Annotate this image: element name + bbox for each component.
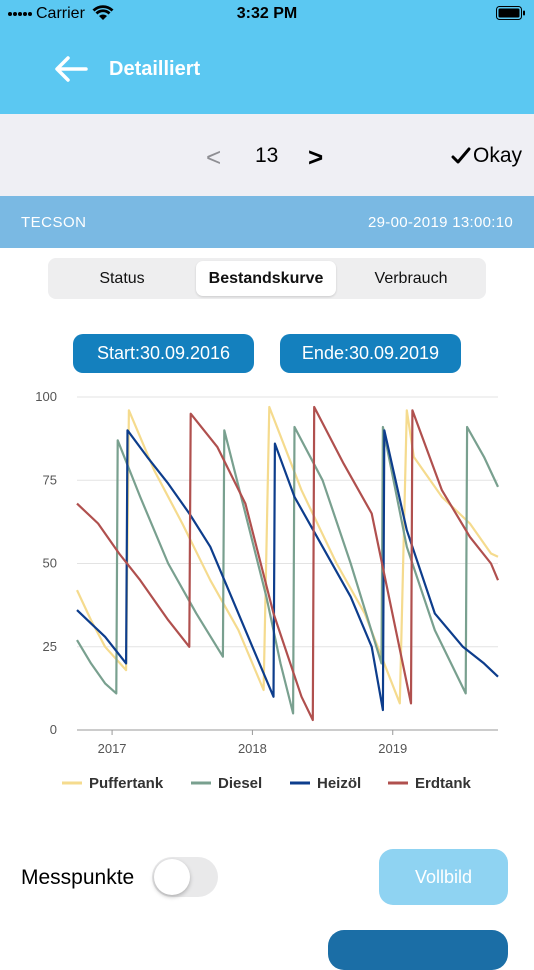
back-arrow-icon[interactable] <box>54 56 88 82</box>
end-date-button[interactable]: Ende:30.09.2019 <box>280 334 461 373</box>
messpunkte-label: Messpunkte <box>21 866 135 889</box>
messpunkte-toggle[interactable] <box>152 857 218 897</box>
pager-next-button[interactable]: > <box>308 142 323 173</box>
x-tick-label: 2019 <box>378 741 407 756</box>
pager-prev-button[interactable]: < <box>206 142 221 173</box>
bottom-action-button[interactable] <box>328 930 508 970</box>
status-bar: Carrier 3:32 PM <box>0 0 534 28</box>
y-tick-label: 100 <box>35 389 57 404</box>
info-bar: TECSON 29-00-2019 13:00:10 <box>0 196 534 248</box>
y-tick-label: 50 <box>43 556 57 571</box>
nav-bar: Detailliert <box>0 28 534 114</box>
legend-label: Heizöl <box>317 775 361 792</box>
status-time: 3:32 PM <box>236 5 298 22</box>
segment-verbrauch[interactable]: Verbrauch <box>340 261 482 296</box>
legend-label: Puffertank <box>89 775 164 792</box>
page-title: Detailliert <box>109 58 201 80</box>
okay-label: Okay <box>472 144 522 167</box>
segment-status[interactable]: Status <box>52 261 192 296</box>
y-tick-label: 25 <box>43 639 57 654</box>
start-date-button[interactable]: Start:30.09.2016 <box>73 334 254 373</box>
y-tick-label: 0 <box>50 722 57 737</box>
checkmark-icon <box>451 147 471 164</box>
pager-number: 13 <box>255 144 279 167</box>
x-tick-label: 2018 <box>238 741 267 756</box>
y-tick-label: 75 <box>43 472 57 487</box>
legend-label: Diesel <box>218 775 262 792</box>
vollbild-button[interactable]: Vollbild <box>379 849 508 905</box>
okay-button[interactable]: Okay <box>451 144 522 168</box>
device-name: TECSON <box>21 214 87 231</box>
legend-label: Erdtank <box>415 775 472 792</box>
battery-icon <box>496 6 525 20</box>
pager-bar: < 13 > Okay <box>0 114 534 196</box>
toggle-knob <box>154 859 190 895</box>
x-tick-label: 2017 <box>98 741 127 756</box>
segment-bestandskurve[interactable]: Bestandskurve <box>196 261 336 296</box>
measurement-datetime: 29-00-2019 13:00:10 <box>368 214 513 231</box>
inventory-chart: 0 25 50 75 100 2017 2018 2019 Puffertank Diesel H… <box>35 389 500 792</box>
series-line-puffertank <box>76 405 499 705</box>
segmented-control: Status Bestandskurve Verbrauch <box>48 258 486 299</box>
